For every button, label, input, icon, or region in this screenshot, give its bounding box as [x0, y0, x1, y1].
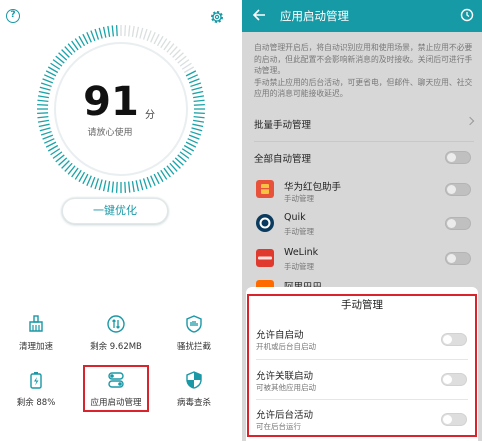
tool-label: 清理加速 [18, 342, 53, 352]
tool-virus-scan[interactable]: 病毒查杀 [158, 370, 230, 420]
score-value: 91 [83, 79, 139, 125]
help-icon[interactable]: ? [6, 9, 20, 23]
app-mode: 手动管理 [284, 227, 314, 236]
app-toggle[interactable] [445, 252, 471, 265]
phone-manager-panel: ? 91 分 请放心使用 一键优化 清理加速 剩余 9.62MB 骚扰拦截 剩余… [0, 0, 240, 441]
tool-label: 剩余 9.62MB [90, 342, 142, 352]
app-mode: 手动管理 [284, 262, 314, 271]
tool-label: 病毒查杀 [176, 398, 211, 408]
highlight-frame [83, 365, 149, 412]
batch-manual-row[interactable]: 批量手动管理 [254, 117, 311, 131]
score-status: 请放心使用 [87, 128, 133, 138]
tool-harassment-block[interactable]: 骚扰拦截 [158, 314, 230, 364]
tool-data-traffic[interactable]: 剩余 9.62MB [80, 314, 152, 364]
tool-label: 骚扰拦截 [176, 342, 211, 352]
description: 自动管理开启后，将自动识别应用和使用场景，禁止应用不必要的启动，但此配置不会影响… [254, 42, 474, 100]
description-auto: 自动管理开启后，将自动识别应用和使用场景，禁止应用不必要的启动，但此配置不会影响… [254, 43, 473, 75]
app-toggle[interactable] [445, 217, 471, 230]
description-manual: 手动禁止应用的后台活动，可更省电，但邮件、聊天应用、社交应用的消息可能接收延迟。 [254, 77, 473, 99]
highlight-frame [247, 294, 477, 437]
score-unit: 分 [145, 110, 155, 121]
app-mode: 手动管理 [284, 194, 314, 203]
back-arrow-icon[interactable] [252, 8, 266, 22]
all-auto-label: 全部自动管理 [254, 154, 312, 165]
all-auto-toggle[interactable] [445, 151, 471, 164]
broom-icon [29, 315, 43, 332]
tool-label: 剩余 88% [16, 398, 56, 408]
one-click-optimize-button[interactable]: 一键优化 [62, 198, 168, 224]
title-bar: 应用启动管理 [242, 0, 482, 32]
quik-app-icon [256, 214, 274, 232]
huawei-hongbao-app-icon [256, 180, 274, 198]
history-clock-icon[interactable] [460, 8, 474, 22]
data-traffic-icon [107, 315, 125, 333]
tool-cleanup[interactable]: 清理加速 [0, 314, 72, 364]
app-name: Quik [284, 212, 306, 223]
page-title: 应用启动管理 [280, 9, 349, 23]
battery-icon [30, 372, 42, 389]
gear-icon[interactable] [209, 9, 225, 25]
virus-scan-icon [186, 371, 202, 389]
chevron-right-icon [465, 116, 475, 126]
app-name: WeLink [284, 247, 319, 258]
app-name: 华为红包助手 [284, 182, 342, 193]
app-toggle[interactable] [445, 183, 471, 196]
shield-block-icon [186, 315, 202, 333]
divider [254, 141, 474, 142]
welink-app-icon [256, 249, 274, 267]
tool-battery[interactable]: 剩余 88% [0, 370, 72, 420]
